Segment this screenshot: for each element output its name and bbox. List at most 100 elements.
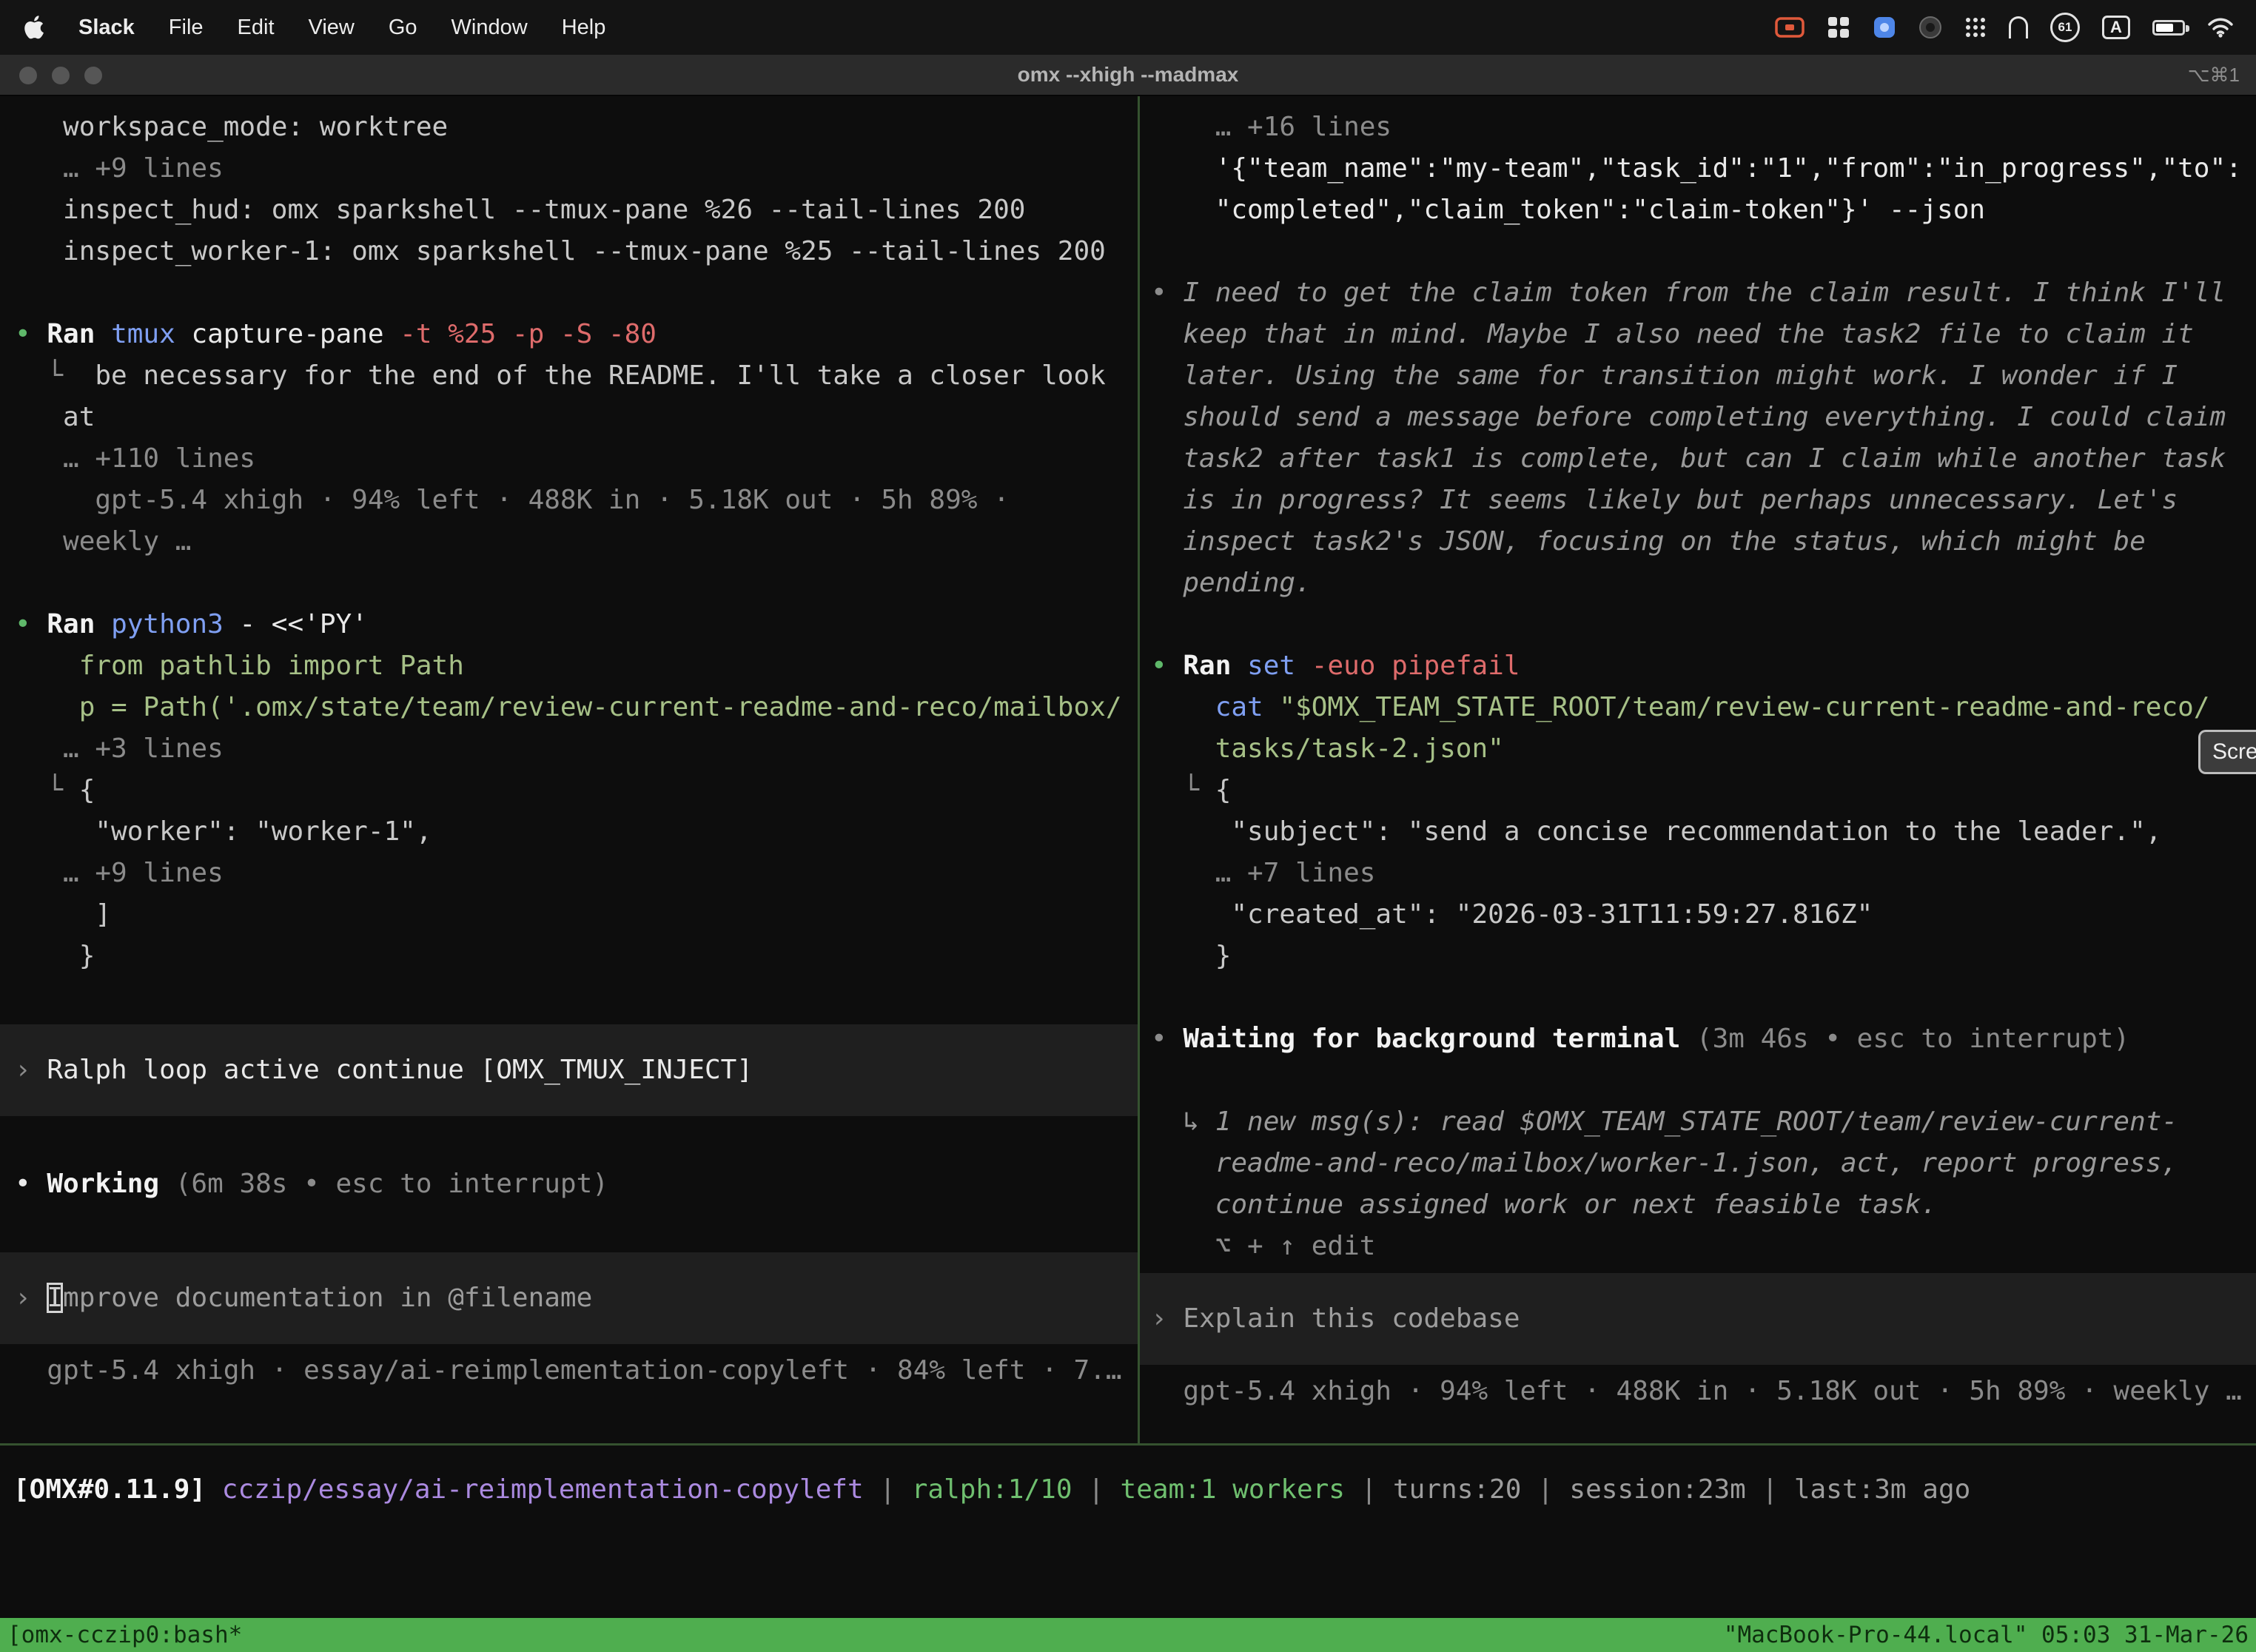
text-segment: from pathlib import Path — [15, 651, 464, 681]
usage-badge[interactable]: 61 — [2050, 13, 2080, 42]
terminal-line: … +9 lines — [0, 148, 1138, 189]
terminal-line — [1140, 231, 2256, 272]
input-source-icon[interactable]: A — [2102, 16, 2130, 39]
terminal-line: task2 after task1 is complete, but can I… — [1140, 438, 2256, 480]
prompt-input[interactable]: › Improve documentation in @filename — [0, 1252, 1138, 1344]
apple-menu-icon[interactable] — [22, 15, 44, 40]
terminal-line: inspect_worker-1: omx sparkshell --tmux-… — [0, 231, 1138, 272]
terminal-line: inspect_hud: omx sparkshell --tmux-pane … — [0, 189, 1138, 231]
terminal-line: • Waiting for background terminal (3m 46… — [1140, 1018, 2256, 1060]
terminal-line — [0, 563, 1138, 604]
text-segment: -t %25 -p -S -80 — [400, 319, 657, 349]
terminal-line — [0, 1205, 1138, 1246]
text-segment: -euo pipefail — [1312, 651, 1520, 681]
terminal-line: • I need to get the claim token from the… — [1140, 272, 2256, 314]
app-grid-dots-icon[interactable] — [1964, 16, 1987, 38]
terminal-line: ⌥ + ↑ edit — [1140, 1226, 2256, 1267]
omx-hud-pane[interactable]: [OMX#0.11.9] cczip/essay/ai-reimplementa… — [0, 1446, 2256, 1618]
app-icon-dark[interactable] — [1918, 16, 1942, 39]
text-segment: mprove documentation in @filename — [63, 1283, 592, 1313]
app-icon-blue[interactable] — [1873, 16, 1896, 39]
text-segment: › — [15, 1283, 47, 1313]
text-segment: capture-pane — [191, 319, 400, 349]
terminal-line — [0, 977, 1138, 1018]
wifi-icon[interactable] — [2207, 17, 2234, 38]
window-grid-icon[interactable] — [1827, 16, 1850, 39]
terminal-line — [0, 1122, 1138, 1164]
terminal-line: gpt-5.4 xhigh · essay/ai-reimplementatio… — [0, 1350, 1138, 1391]
text-segment: "completed","claim_token":"claim-token"}… — [1151, 195, 1985, 225]
text-segment: } — [1151, 941, 1231, 971]
omx-status-line: [OMX#0.11.9] cczip/essay/ai-reimplementa… — [0, 1469, 2256, 1511]
tmux-pane-left[interactable]: workspace_mode: worktree … +9 lines insp… — [0, 96, 1138, 1443]
text-segment: Ran — [1183, 651, 1247, 681]
input-source-letter: A — [2110, 18, 2122, 37]
text-segment: ] — [15, 899, 111, 930]
menu-item-help[interactable]: Help — [562, 16, 606, 40]
text-segment: | — [1072, 1474, 1121, 1505]
text-segment: gpt-5.4 xhigh · 94% left · 488K in · 5.1… — [15, 485, 1010, 515]
text-segment: task2 after task1 is complete, but can I… — [1151, 443, 2226, 474]
terminal-line: • Ran python3 - <<'PY' — [0, 604, 1138, 645]
menu-app-name[interactable]: Slack — [78, 16, 135, 40]
terminal-line: is in progress? It seems likely but perh… — [1140, 480, 2256, 521]
terminal-line — [1140, 1060, 2256, 1101]
menu-bar-status-icons: 61 A — [1775, 13, 2234, 42]
text-segment: • — [15, 319, 47, 349]
text-segment: … +9 lines — [15, 858, 224, 888]
terminal-line: } — [0, 936, 1138, 977]
tmux-session-window[interactable]: [omx-cczip0:bash* — [7, 1622, 242, 1648]
terminal-line: └ { — [0, 770, 1138, 811]
menu-item-window[interactable]: Window — [451, 16, 528, 40]
text-segment: [OMX#0.11.9] — [13, 1474, 222, 1505]
text-segment: later. Using the same for transition mig… — [1151, 360, 2178, 391]
text-segment: • — [1151, 651, 1183, 681]
window-title: omx --xhigh --madmax — [0, 55, 2256, 95]
terminal-line: … +9 lines — [0, 853, 1138, 894]
terminal-line: … +110 lines — [0, 438, 1138, 480]
terminal-line: "worker": "worker-1", — [0, 811, 1138, 853]
screen-recording-icon[interactable] — [1775, 16, 1805, 38]
terminal-line: "subject": "send a concise recommendatio… — [1140, 811, 2256, 853]
text-segment: … +110 lines — [15, 443, 255, 474]
battery-icon[interactable] — [2152, 20, 2185, 36]
menu-item-file[interactable]: File — [169, 16, 204, 40]
text-segment: team:1 workers — [1121, 1474, 1345, 1505]
terminal-line: … +16 lines — [1140, 107, 2256, 148]
screen-notification-overlay[interactable]: Scre — [2198, 730, 2256, 774]
text-segment: └ — [15, 360, 95, 391]
menu-item-view[interactable]: View — [309, 16, 355, 40]
text-segment: "created_at": "2026-03-31T11:59:27.816Z" — [1151, 899, 1873, 930]
text-segment: | — [1746, 1474, 1794, 1505]
terminal-line: readme-and-reco/mailbox/worker-1.json, a… — [1140, 1143, 2256, 1184]
macos-menu-bar: Slack File Edit View Go Window Help — [0, 0, 2256, 55]
terminal-line: ↳ 1 new msg(s): read $OMX_TEAM_STATE_ROO… — [1140, 1101, 2256, 1143]
text-segment: "subject": "send a concise recommendatio… — [1151, 816, 2161, 847]
window-title-bar[interactable]: omx --xhigh --madmax ⌥⌘1 — [0, 55, 2256, 96]
terminal-line — [0, 272, 1138, 314]
tmux-pane-right[interactable]: … +16 lines '{"team_name":"my-team","tas… — [1140, 96, 2256, 1443]
prompt-suggestion[interactable]: › Explain this codebase — [1140, 1273, 2256, 1365]
text-segment: } — [15, 941, 95, 971]
text-segment: weekly … — [15, 526, 191, 557]
terminal-line: ] — [0, 894, 1138, 936]
terminal-line: pending. — [1140, 563, 2256, 604]
terminal-line: workspace_mode: worktree — [0, 107, 1138, 148]
text-segment: cat — [1151, 692, 1279, 722]
ghost-app-icon[interactable] — [2009, 16, 2028, 38]
text-segment: session:23m — [1569, 1474, 1745, 1505]
text-segment: inspect task2's JSON, focusing on the st… — [1151, 526, 2146, 557]
text-segment: … +16 lines — [1151, 112, 1391, 142]
text-segment: be necessary for the end of the README. … — [95, 360, 1105, 391]
text-segment: Ran — [47, 609, 111, 639]
queued-message-banner[interactable]: › Ralph loop active continue [OMX_TMUX_I… — [0, 1024, 1138, 1116]
text-segment: | — [864, 1474, 912, 1505]
menu-item-edit[interactable]: Edit — [238, 16, 275, 40]
text-segment: | — [1345, 1474, 1393, 1505]
menu-item-go[interactable]: Go — [389, 16, 417, 40]
text-segment: gpt-5.4 xhigh · 94% left · 488K in · 5.1… — [1151, 1376, 2242, 1406]
text-segment: ralph:1/10 — [912, 1474, 1072, 1505]
terminal-line: … +7 lines — [1140, 853, 2256, 894]
text-segment: pending. — [1151, 568, 1312, 598]
text-segment: "worker": "worker-1", — [15, 816, 432, 847]
